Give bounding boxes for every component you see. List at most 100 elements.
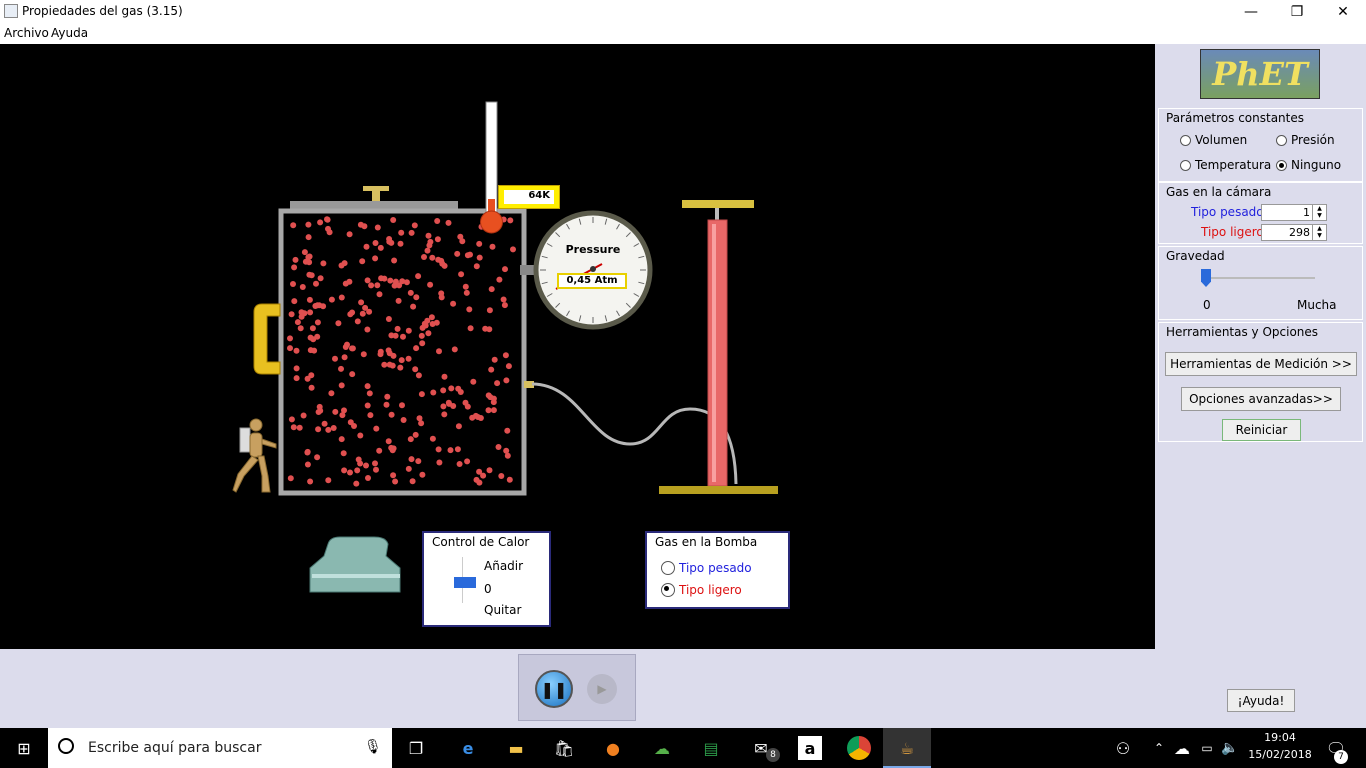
gas-particle <box>388 411 395 418</box>
onedrive-icon[interactable]: ☁ <box>1170 736 1194 760</box>
task-view-icon[interactable]: ❐ <box>404 736 428 760</box>
gas-particle <box>411 222 418 229</box>
tools-title: Herramientas y Opciones <box>1166 325 1319 339</box>
simulation-canvas[interactable]: 64K Pressure 0,45 Atm Control de Calor A… <box>0 44 1155 649</box>
battery-icon[interactable]: ▭ <box>1195 736 1219 760</box>
gas-particle <box>290 281 296 287</box>
heat-control-title: Control de Calor <box>432 535 530 549</box>
clock-time[interactable]: 19:04 <box>1244 731 1316 744</box>
gas-particle <box>503 447 510 454</box>
pump-gas-light-radio[interactable] <box>661 583 675 597</box>
gas-particle <box>491 356 498 363</box>
gas-particle <box>288 416 295 423</box>
step-button[interactable]: ▶ <box>587 674 617 704</box>
close-button[interactable]: ✕ <box>1320 0 1366 24</box>
pump-gas-heavy-option[interactable]: Tipo pesado <box>661 561 752 575</box>
gas-particle <box>359 310 366 317</box>
lid-handle-stem <box>372 191 380 201</box>
gas-particle <box>450 300 457 307</box>
gas-particle <box>287 335 293 342</box>
advanced-options-button[interactable]: Opciones avanzadas>> <box>1181 387 1341 411</box>
gas-particle <box>362 304 369 311</box>
minimize-button[interactable]: — <box>1228 0 1274 24</box>
phet-logo[interactable]: PhET <box>1200 49 1320 99</box>
windows-start-icon[interactable]: ⊞ <box>12 736 36 760</box>
gas-particle <box>290 222 297 229</box>
pump-gas-heavy-radio[interactable] <box>661 561 675 575</box>
gas-particle <box>300 412 307 419</box>
gas-particle <box>454 250 461 257</box>
maximize-button[interactable]: ❐ <box>1274 0 1320 24</box>
gas-particle <box>400 333 406 340</box>
light-gas-spinner[interactable]: 298 ▲ ▼ <box>1261 224 1327 241</box>
gas-particle <box>346 231 353 238</box>
help-button[interactable]: ¡Ayuda! <box>1227 689 1295 712</box>
show-hidden-icons[interactable]: ⌃ <box>1147 736 1171 760</box>
gas-particle <box>421 254 427 260</box>
gas-particle <box>469 414 476 421</box>
gas-particle <box>297 325 304 332</box>
gas-particle <box>341 467 348 474</box>
microphone-icon[interactable]: 🎙 <box>364 739 382 755</box>
java-app-taskbar-item[interactable]: ☕ <box>883 728 931 768</box>
gas-particle <box>485 392 492 399</box>
radio-ninguno[interactable] <box>1276 159 1287 171</box>
pump-gas-light-option[interactable]: Tipo ligero <box>661 583 742 597</box>
chrome-icon[interactable] <box>847 736 871 760</box>
gas-particle <box>360 351 367 358</box>
gas-particle <box>366 390 373 397</box>
menu-archivo[interactable]: Archivo <box>4 26 49 40</box>
gas-particle <box>354 467 361 474</box>
amazon-icon[interactable]: a <box>798 736 822 760</box>
gravity-slider-track <box>1205 277 1315 279</box>
option-presion[interactable]: Presión <box>1276 133 1335 147</box>
gas-particle <box>298 309 305 316</box>
gas-particle <box>287 345 293 352</box>
gas-particle <box>458 271 465 278</box>
option-volumen[interactable]: Volumen <box>1180 133 1247 147</box>
gas-particle <box>429 254 436 261</box>
pump-base <box>659 486 778 494</box>
option-ninguno[interactable]: Ninguno <box>1276 158 1341 172</box>
pump-highlight <box>712 224 716 482</box>
box-lid <box>290 201 458 209</box>
heavy-gas-arrows-icon[interactable]: ▲ ▼ <box>1312 205 1326 220</box>
gas-particle <box>349 309 356 316</box>
measurement-tools-button[interactable]: Herramientas de Medición >> <box>1165 352 1357 376</box>
evernote-icon[interactable]: ▤ <box>699 736 723 760</box>
gravity-title: Gravedad <box>1166 249 1225 263</box>
heat-slider-thumb[interactable] <box>454 577 476 588</box>
gas-particle <box>304 461 311 468</box>
file-explorer-icon[interactable]: ▬ <box>504 736 528 760</box>
volume-icon[interactable]: 🔈 <box>1218 736 1242 760</box>
store-icon[interactable]: 🛍 <box>552 736 576 760</box>
gas-particle <box>467 325 474 332</box>
clock-date[interactable]: 15/02/2018 <box>1244 748 1316 761</box>
taskbar-search-box[interactable]: Escribe aquí para buscar 🎙 <box>48 728 392 768</box>
light-gas-arrows-icon[interactable]: ▲ ▼ <box>1312 225 1326 240</box>
pump-gas-light-label: Tipo ligero <box>679 583 742 597</box>
cloud-app-icon[interactable]: ☁ <box>650 736 674 760</box>
radio-presion[interactable] <box>1276 134 1287 146</box>
edge-icon[interactable]: e <box>456 736 480 760</box>
pause-button[interactable]: ❚❚ <box>535 670 573 708</box>
reset-button[interactable]: Reiniciar <box>1222 419 1301 441</box>
gas-particle <box>486 467 493 474</box>
gas-particle <box>405 465 412 472</box>
people-icon[interactable]: ⚇ <box>1111 736 1135 760</box>
gas-particle <box>313 280 319 287</box>
gas-particle <box>438 294 445 301</box>
heavy-gas-spinner[interactable]: 1 ▲ ▼ <box>1261 204 1327 221</box>
gas-particle <box>502 352 509 359</box>
firefox-icon[interactable]: ● <box>601 736 625 760</box>
gas-particle <box>451 346 458 353</box>
gas-particle <box>408 229 415 236</box>
gas-particle <box>287 475 294 482</box>
gravity-slider-thumb[interactable] <box>1201 269 1211 287</box>
gas-particle <box>342 344 349 350</box>
gas-particle <box>341 354 348 361</box>
radio-volumen[interactable] <box>1180 134 1191 146</box>
option-temperatura[interactable]: Temperatura <box>1180 158 1271 172</box>
menu-ayuda[interactable]: Ayuda <box>51 26 88 40</box>
radio-temperatura[interactable] <box>1180 159 1191 171</box>
